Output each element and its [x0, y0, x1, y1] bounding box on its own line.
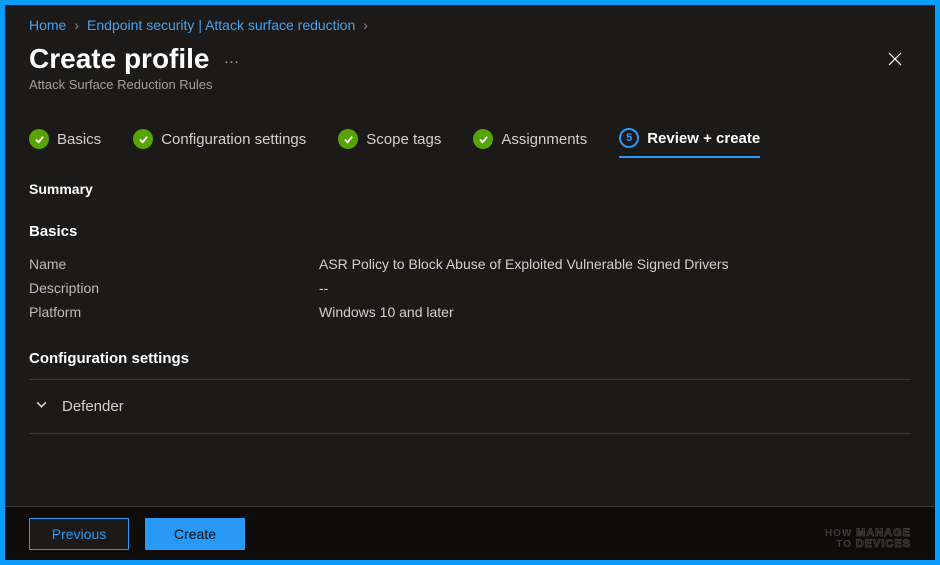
- close-icon: [888, 52, 902, 66]
- tab-scope-tags[interactable]: Scope tags: [338, 128, 441, 158]
- expander-defender[interactable]: Defender: [29, 380, 911, 434]
- tab-label: Scope tags: [366, 131, 441, 148]
- more-button[interactable]: …: [224, 50, 242, 68]
- summary-row-name: Name ASR Policy to Block Abuse of Exploi…: [29, 252, 911, 276]
- footer-bar: Previous Create: [5, 506, 935, 560]
- page-title: Create profile: [29, 43, 210, 75]
- tab-configuration-settings[interactable]: Configuration settings: [133, 128, 306, 158]
- previous-button[interactable]: Previous: [29, 518, 129, 550]
- breadcrumb-section[interactable]: Endpoint security | Attack surface reduc…: [87, 17, 355, 33]
- expander-label: Defender: [62, 398, 124, 415]
- field-value: --: [319, 280, 328, 296]
- summary-row-platform: Platform Windows 10 and later: [29, 300, 911, 324]
- check-icon: [133, 129, 153, 149]
- check-icon: [473, 129, 493, 149]
- breadcrumb-home[interactable]: Home: [29, 17, 66, 33]
- tab-label: Review + create: [647, 130, 760, 147]
- field-value: Windows 10 and later: [319, 304, 454, 320]
- field-label: Name: [29, 256, 319, 272]
- tab-basics[interactable]: Basics: [29, 128, 101, 158]
- tab-assignments[interactable]: Assignments: [473, 128, 587, 158]
- config-settings-heading: Configuration settings: [29, 350, 911, 367]
- close-button[interactable]: [879, 43, 911, 75]
- tab-label: Basics: [57, 131, 101, 148]
- check-icon: [29, 129, 49, 149]
- chevron-right-icon: ›: [74, 17, 79, 33]
- tab-review-create[interactable]: 5 Review + create: [619, 128, 760, 158]
- check-icon: [338, 129, 358, 149]
- field-value: ASR Policy to Block Abuse of Exploited V…: [319, 256, 729, 272]
- chevron-right-icon: ›: [363, 17, 368, 33]
- tab-label: Assignments: [501, 131, 587, 148]
- wizard-tabs: Basics Configuration settings Scope tags…: [29, 128, 911, 159]
- field-label: Description: [29, 280, 319, 296]
- summary-row-description: Description --: [29, 276, 911, 300]
- basics-heading: Basics: [29, 223, 911, 240]
- summary-heading: Summary: [29, 181, 911, 197]
- step-number-badge: 5: [619, 128, 639, 148]
- breadcrumb: Home › Endpoint security | Attack surfac…: [29, 17, 911, 33]
- create-button[interactable]: Create: [145, 518, 245, 550]
- chevron-down-icon: [35, 398, 48, 415]
- page-subtitle: Attack Surface Reduction Rules: [29, 77, 242, 92]
- tab-label: Configuration settings: [161, 131, 306, 148]
- field-label: Platform: [29, 304, 319, 320]
